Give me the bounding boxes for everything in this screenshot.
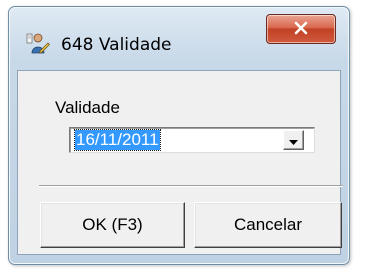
window-title: 648 Validade — [61, 35, 172, 55]
close-icon — [293, 20, 309, 39]
validade-label: Validade — [55, 98, 120, 117]
dropdown-button[interactable] — [283, 130, 304, 150]
divider — [39, 185, 343, 187]
person-edit-icon — [24, 31, 50, 57]
validade-date-combo[interactable]: 16/11/2011 — [69, 127, 315, 153]
cancel-button[interactable]: Cancelar — [194, 202, 342, 248]
validade-date-value[interactable]: 16/11/2011 — [74, 129, 161, 151]
title-bar[interactable]: 648 Validade — [9, 7, 349, 67]
close-button[interactable] — [266, 14, 336, 44]
dialog-window: 648 Validade Validade 16/11/2011 OK (F3)… — [8, 6, 350, 265]
chevron-down-icon — [289, 131, 298, 150]
ok-button[interactable]: OK (F3) — [40, 202, 185, 248]
